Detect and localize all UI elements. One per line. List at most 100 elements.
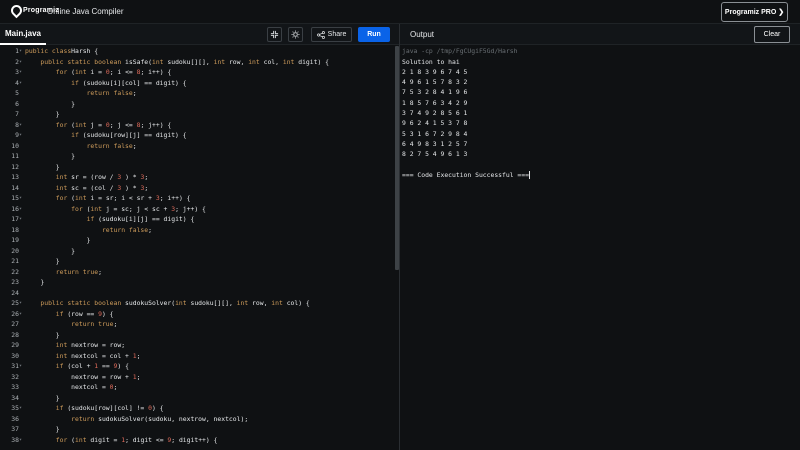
code-text: } bbox=[25, 162, 60, 171]
code-line[interactable]: 12 } bbox=[0, 162, 396, 172]
code-editor[interactable]: 1 ▾ public classHarsh {2 ▾ public static bo… bbox=[0, 45, 396, 450]
top-bar: Programiz Online Java Compiler Programiz… bbox=[0, 0, 800, 24]
code-line[interactable]: 23 } bbox=[0, 277, 396, 287]
code-text: if (sudoku[row][j] == digit) { bbox=[71, 131, 187, 139]
code-text: } bbox=[25, 246, 76, 255]
fold-toggle-icon[interactable]: ▾ bbox=[19, 46, 22, 56]
code-text: return false; bbox=[101, 225, 152, 234]
fold-toggle-icon[interactable]: ▾ bbox=[19, 193, 22, 203]
code-text: int sr = (row / 3 ) * 3; bbox=[55, 173, 149, 181]
fold-toggle-icon[interactable]: ▾ bbox=[19, 435, 22, 445]
code-line[interactable]: 13 int sr = (row / 3 ) * 3; bbox=[0, 172, 396, 182]
line-number: 24 bbox=[11, 288, 19, 297]
code-line[interactable]: 14 int sc = (col / 3 ) * 3; bbox=[0, 183, 396, 193]
code-text: public static boolean sudokuSolver(int s… bbox=[40, 299, 310, 307]
code-line[interactable]: 28 } bbox=[0, 330, 396, 340]
code-line[interactable]: 32 nextrow = row + 1; bbox=[0, 372, 396, 382]
run-button[interactable]: Run bbox=[358, 27, 390, 42]
fold-toggle-icon[interactable]: ▾ bbox=[19, 67, 22, 77]
fold-toggle-icon[interactable]: ▾ bbox=[19, 309, 22, 319]
code-text: return false; bbox=[86, 141, 137, 150]
share-button[interactable]: Share bbox=[311, 27, 352, 42]
code-line[interactable]: 30 int nextcol = col + 1; bbox=[0, 351, 396, 361]
code-text: int sc = (col / 3 ) * 3; bbox=[55, 183, 149, 192]
code-line[interactable]: 8 ▾ for (int j = 0; j <= 8; j++) { bbox=[0, 120, 396, 130]
code-text: if (sudoku[i][j] == digit) { bbox=[86, 215, 195, 223]
code-line[interactable]: 10 return false; bbox=[0, 141, 396, 151]
code-line[interactable]: 33 nextcol = 0; bbox=[0, 382, 396, 392]
code-text: } bbox=[25, 257, 60, 265]
programiz-pro-button[interactable]: Programiz PRO ❯ bbox=[721, 2, 788, 22]
fold-toggle-icon[interactable]: ▾ bbox=[19, 204, 22, 214]
code-line[interactable]: 3 ▾ for (int i = 0; i <= 8; i++) { bbox=[0, 67, 396, 77]
code-line[interactable]: 29 int nextrow = row; bbox=[0, 340, 396, 350]
line-number: 29 bbox=[11, 341, 19, 349]
share-label: Share bbox=[327, 31, 347, 38]
code-line[interactable]: 38 ▾ for (int digit = 1; digit <= 9; digi… bbox=[0, 435, 396, 445]
code-line[interactable]: 26 ▾ if (row == 9) { bbox=[0, 309, 396, 319]
code-line[interactable]: 19 } bbox=[0, 235, 396, 245]
code-line[interactable]: 25 ▾ public static boolean sudokuSolver(i… bbox=[0, 298, 396, 308]
theme-toggle-button[interactable] bbox=[288, 27, 303, 42]
code-line[interactable]: 36 return sudokuSolver(sudoku, nextrow, … bbox=[0, 414, 396, 424]
line-number: 25 bbox=[11, 299, 19, 307]
code-text: public classHarsh { bbox=[25, 47, 99, 55]
code-line[interactable]: 18 return false; bbox=[0, 225, 396, 235]
line-number: 19 bbox=[11, 236, 19, 244]
tab-main-java[interactable]: Main.java bbox=[0, 24, 46, 45]
editor-scrollbar[interactable] bbox=[395, 46, 399, 270]
line-number: 14 bbox=[11, 183, 19, 192]
code-line[interactable]: 34 } bbox=[0, 393, 396, 403]
code-line[interactable]: 4 ▾ if (sudoku[i][col] == digit) { bbox=[0, 78, 396, 88]
toolbar: Main.java Share Run Output Clear bbox=[0, 24, 800, 45]
output-line: 5 3 1 6 7 2 9 8 4 bbox=[402, 129, 468, 138]
code-text: } bbox=[25, 330, 60, 339]
fold-toggle-icon[interactable]: ▾ bbox=[19, 57, 22, 67]
code-line[interactable]: 35 ▾ if (sudoku[row][col] != 0) { bbox=[0, 403, 396, 413]
fold-toggle-icon[interactable]: ▾ bbox=[19, 130, 22, 140]
clear-button[interactable]: Clear bbox=[754, 26, 790, 43]
code-line[interactable]: 37 } bbox=[0, 424, 396, 434]
line-number: 38 bbox=[11, 435, 19, 444]
code-line[interactable]: 1 ▾ public classHarsh { bbox=[0, 46, 396, 56]
line-number: 3 bbox=[15, 68, 19, 76]
code-line[interactable]: 17 ▾ if (sudoku[i][j] == digit) { bbox=[0, 214, 396, 224]
fold-toggle-icon[interactable]: ▾ bbox=[19, 403, 22, 413]
code-text: for (int i = sr; i < sr + 3; i++) { bbox=[55, 194, 191, 202]
line-number: 31 bbox=[11, 362, 19, 370]
fold-toggle-icon[interactable]: ▾ bbox=[19, 298, 22, 308]
fold-toggle-icon[interactable]: ▾ bbox=[19, 120, 22, 130]
code-line[interactable]: 2 ▾ public static boolean isSafe(int sudo… bbox=[0, 57, 396, 67]
code-line[interactable]: 27 return true; bbox=[0, 319, 396, 329]
code-text: if (row == 9) { bbox=[55, 309, 114, 318]
output-line: === Code Execution Successful === bbox=[402, 170, 530, 179]
line-number: 10 bbox=[11, 141, 19, 150]
sun-icon bbox=[291, 30, 300, 39]
line-number: 11 bbox=[11, 152, 19, 160]
code-text: return sudokuSolver(sudoku, nextrow, nex… bbox=[71, 414, 249, 423]
code-line[interactable]: 22 return true; bbox=[0, 267, 396, 277]
code-line[interactable]: 15 ▾ for (int i = sr; i < sr + 3; i++) { bbox=[0, 193, 396, 203]
code-line[interactable]: 5 return false; bbox=[0, 88, 396, 98]
code-text: if (sudoku[i][col] == digit) { bbox=[71, 78, 187, 87]
fold-toggle-icon[interactable]: ▾ bbox=[19, 78, 22, 88]
code-line[interactable]: 11 } bbox=[0, 151, 396, 161]
code-text: for (int i = 0; i <= 8; i++) { bbox=[55, 68, 172, 76]
code-line[interactable]: 7 } bbox=[0, 109, 396, 119]
code-text: if (sudoku[row][col] != 0) { bbox=[55, 404, 164, 412]
code-line[interactable]: 21 } bbox=[0, 256, 396, 266]
fullscreen-button[interactable] bbox=[267, 27, 282, 42]
output-line: 9 6 2 4 1 5 3 7 8 bbox=[402, 119, 468, 128]
code-text: return false; bbox=[86, 89, 137, 97]
app-title: Online Java Compiler bbox=[47, 7, 124, 16]
fold-toggle-icon[interactable]: ▾ bbox=[19, 214, 22, 224]
code-line[interactable]: 16 ▾ for (int j = sc; j < sc + 3; j++) { bbox=[0, 204, 396, 214]
fold-toggle-icon[interactable]: ▾ bbox=[19, 361, 22, 371]
line-number: 32 bbox=[11, 372, 19, 381]
code-text: } bbox=[25, 152, 76, 160]
code-line[interactable]: 9 ▾ if (sudoku[row][j] == digit) { bbox=[0, 130, 396, 140]
code-line[interactable]: 6 } bbox=[0, 99, 396, 109]
code-line[interactable]: 20 } bbox=[0, 246, 396, 256]
code-line[interactable]: 24 bbox=[0, 288, 396, 298]
code-line[interactable]: 31 ▾ if (col + 1 == 9) { bbox=[0, 361, 396, 371]
